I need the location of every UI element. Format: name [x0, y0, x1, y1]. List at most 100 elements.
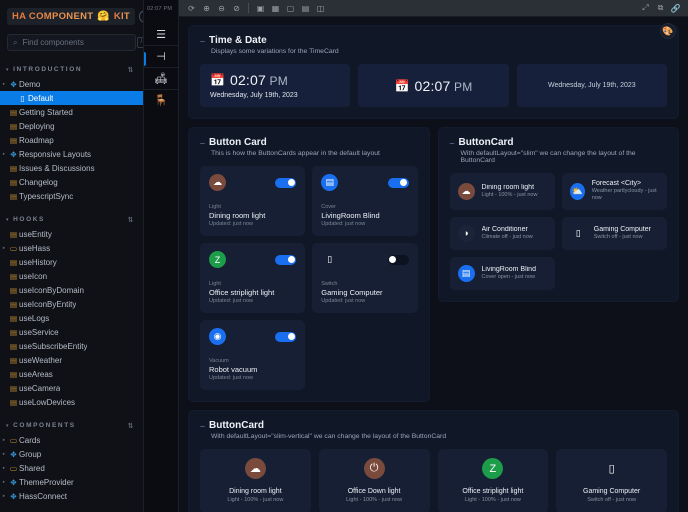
button-card-header: Z	[209, 251, 297, 268]
panel-subtitle: With defaultLayout="slim" we can change …	[460, 150, 636, 164]
sidebar-item-usehass[interactable]: ▸ ▭ useHass	[0, 241, 143, 255]
sidebar-item-roadmap[interactable]: ▤ Roadmap	[0, 133, 143, 147]
remount-icon[interactable]: ⟳	[184, 2, 199, 15]
zoom-out-icon[interactable]: ⊖	[214, 2, 229, 15]
sidebar-item-deploying[interactable]: ▤ Deploying	[0, 119, 143, 133]
sidebar-item-default[interactable]: ▯ Default	[0, 91, 143, 105]
menu-icon[interactable]: ☰	[144, 23, 179, 45]
sidebar-item-responsive-layouts[interactable]: ▸ ✥ Responsive Layouts	[0, 147, 143, 161]
sofa-icon[interactable]: 🛋	[143, 67, 179, 89]
sidebar-item-usesubscribeentity[interactable]: ▤ useSubscribeEntity	[0, 339, 143, 353]
measure-icon[interactable]: ⊣	[143, 45, 179, 67]
chevron-right-icon: ▸	[2, 493, 6, 498]
button-card[interactable]: ▯ Switch Gaming Computer Updated: just now	[312, 243, 418, 313]
sidebar-item-useweather[interactable]: ▤ useWeather	[0, 353, 143, 367]
grid-icon[interactable]: ▦	[268, 2, 283, 15]
sidebar-item-useiconbyentity[interactable]: ▤ useIconByEntity	[0, 297, 143, 311]
sidebar-item-useiconbydomain[interactable]: ▤ useIconByDomain	[0, 283, 143, 297]
sidebar-item-label: useCamera	[19, 383, 61, 393]
section-label: COMPONENTS	[13, 422, 76, 429]
sidebar-item-group[interactable]: ▸ ✥ Group	[0, 447, 143, 461]
open-new-tab-icon[interactable]: ⧉	[653, 2, 668, 15]
toggle-switch[interactable]	[387, 177, 409, 188]
slim-button-card[interactable]: ⛅ Forecast <City> Weather partlycloudy - j…	[561, 173, 667, 210]
background-icon[interactable]: ▣	[253, 2, 268, 15]
entity-domain: Vacuum	[209, 358, 229, 364]
section-label: INTRODUCTION	[13, 66, 83, 73]
sidebar-item-uselogs[interactable]: ▤ useLogs	[0, 311, 143, 325]
sidebar-item-cards[interactable]: ▸ ▭ Cards	[0, 433, 143, 447]
sort-icon[interactable]: ⇅	[128, 422, 135, 430]
section-head-left: ▾ INTRODUCTION	[6, 66, 82, 73]
vertical-button-card[interactable]: Z Office striplight light Light - 100% - j…	[437, 449, 549, 512]
time-line: 📅 02:07 PM	[395, 78, 473, 94]
sidebar-item-getting-started[interactable]: ▤ Getting Started	[0, 105, 143, 119]
search-input[interactable]	[22, 38, 133, 47]
entity-state: Light - 100% - just now	[464, 497, 521, 503]
palette-icon[interactable]: 🎨	[660, 23, 676, 39]
sort-icon[interactable]: ⇅	[128, 216, 135, 224]
collapse-dash-icon[interactable]: –	[200, 421, 205, 431]
sidebar-item-uselowdevices[interactable]: ▤ useLowDevices	[0, 395, 143, 409]
measure-toggle-icon[interactable]: ▤	[298, 2, 313, 15]
sidebar-item-typescriptsync[interactable]: ▤ TypescriptSync	[0, 189, 143, 203]
time-card-2[interactable]: Wednesday, July 19th, 2023	[516, 64, 667, 107]
sidebar-item-demo[interactable]: ▸ ✥ Demo	[0, 77, 143, 91]
sidebar-item-useicon[interactable]: ▤ useIcon	[0, 269, 143, 283]
chevron-right-icon: ▸	[2, 479, 6, 484]
button-card[interactable]: ◉ Vacuum Robot vacuum Updated: just now	[200, 320, 306, 390]
section-header-introduction[interactable]: ▾ INTRODUCTION ⇅	[0, 62, 143, 77]
vertical-button-card[interactable]: ⏻ Office Down light Light - 100% - just no…	[318, 449, 430, 512]
sidebar-item-themeprovider[interactable]: ▸ ✥ ThemeProvider	[0, 475, 143, 489]
sidebar-item-hassconnect[interactable]: ▸ ✥ HassConnect	[0, 489, 143, 503]
chair-icon[interactable]: 🪑	[143, 89, 179, 111]
button-card[interactable]: Z Light Office striplight light Updated: ju…	[200, 243, 306, 313]
fullscreen-icon[interactable]: ⤢	[638, 2, 653, 15]
slim-button-card[interactable]: ◑ Air Conditioner Climate off - just now	[449, 216, 555, 250]
sidebar-item-useservice[interactable]: ▤ useService	[0, 325, 143, 339]
vertical-button-card[interactable]: ☁ Dining room light Light - 100% - just no…	[200, 449, 311, 512]
vertical-button-card[interactable]: ▯ Gaming Computer Switch off - just now	[556, 449, 667, 512]
doc-icon: ▤	[9, 313, 18, 323]
viewport-icon[interactable]: ▢	[283, 2, 298, 15]
section-header-hooks[interactable]: ▾ HOOKS ⇅	[0, 212, 143, 227]
toggle-switch[interactable]	[275, 177, 297, 188]
copy-link-icon[interactable]: 🔗	[668, 2, 683, 15]
sidebar-item-useentity[interactable]: ▤ useEntity	[0, 227, 143, 241]
sidebar-item-usecamera[interactable]: ▤ useCamera	[0, 381, 143, 395]
sidebar-item-label: Group	[19, 449, 42, 459]
sidebar-item-label: useAreas	[19, 369, 53, 379]
entity-name: Gaming Computer	[321, 288, 383, 297]
sort-icon[interactable]: ⇅	[128, 66, 135, 74]
time-card-1[interactable]: 📅 02:07 PM	[358, 64, 509, 107]
collapse-dash-icon[interactable]: –	[450, 138, 455, 148]
panel-button-card-slim: – ButtonCard With defaultLayout="slim" w…	[437, 127, 679, 302]
zoom-reset-icon[interactable]: ⊘	[229, 2, 244, 15]
button-card[interactable]: ▤ Cover LivingRoom Blind Updated: just now	[312, 166, 418, 236]
outline-icon[interactable]: ◫	[313, 2, 328, 15]
sidebar-item-usehistory[interactable]: ▤ useHistory	[0, 255, 143, 269]
sidebar-item-shared[interactable]: ▸ ▭ Shared	[0, 461, 143, 475]
search-box[interactable]: ⌕ /	[7, 34, 143, 51]
toggle-switch[interactable]	[387, 254, 409, 265]
section-head-left: ▾ COMPONENTS	[6, 422, 76, 429]
sidebar-item-changelog[interactable]: ▤ Changelog	[0, 175, 143, 189]
brand-logo[interactable]: HA COMPONENT 🤗 KIT	[7, 8, 136, 25]
slim-button-card[interactable]: ▤ LivingRoom Blind Cover open - just now	[449, 256, 555, 290]
toggle-switch[interactable]	[275, 331, 297, 342]
collapse-dash-icon[interactable]: –	[200, 36, 205, 46]
section-header-components[interactable]: ▾ COMPONENTS ⇅	[0, 418, 143, 433]
slim-button-card[interactable]: ☁ Dining room light Light - 100% - just no…	[449, 173, 555, 210]
slim-button-card[interactable]: ▯ Gaming Computer Switch off - just now	[561, 216, 667, 250]
sidebar-item-useareas[interactable]: ▤ useAreas	[0, 367, 143, 381]
zoom-in-icon[interactable]: ⊕	[199, 2, 214, 15]
entity-name: Dining room light	[229, 488, 282, 495]
brand-suffix: KIT	[113, 11, 131, 22]
toggle-switch[interactable]	[275, 254, 297, 265]
sidebar-item-issues-discussions[interactable]: ▤ Issues & Discussions	[0, 161, 143, 175]
time-ampm: PM	[266, 74, 288, 88]
collapse-dash-icon[interactable]: –	[200, 138, 205, 148]
time-card-0[interactable]: 📅 02:07 PM Wednesday, July 19th, 2023	[200, 64, 351, 107]
button-card[interactable]: ☁ Light Dining room light Updated: just now	[200, 166, 306, 236]
chevron-right-icon: ▸	[2, 451, 6, 456]
